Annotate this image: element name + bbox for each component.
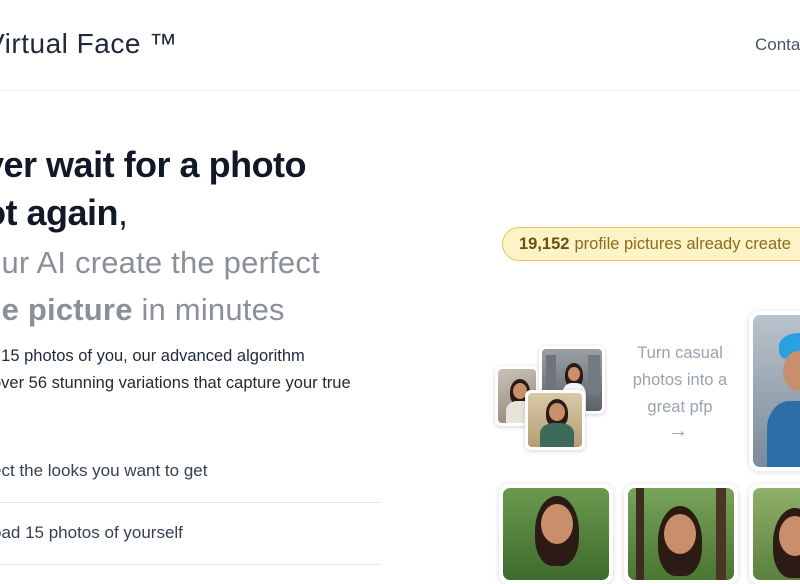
hero-subtitle-bold: ile picture xyxy=(0,292,133,327)
result-photo-hardhat xyxy=(749,311,800,471)
hero-title-line-2-text: ot again xyxy=(0,192,119,233)
result-photo-2 xyxy=(624,484,738,584)
hero-title-comma: , xyxy=(118,192,128,233)
hero-subtitle-rest: in minutes xyxy=(132,292,285,327)
result-photo-3 xyxy=(749,484,800,584)
profile-count-text: profile pictures already create xyxy=(574,234,791,253)
hero-title-line-1: ver wait for a photo xyxy=(0,144,307,185)
arrow-right-icon: → xyxy=(668,420,688,442)
site-header: Virtual Face ™ Conta xyxy=(0,0,800,91)
brand-logo[interactable]: Virtual Face ™ xyxy=(0,28,178,60)
step-select-looks[interactable]: ect the looks you want to get xyxy=(0,440,380,503)
profile-count: 19,152 xyxy=(519,234,570,253)
caption-turn-casual: Turn casual photos into a great pfp xyxy=(632,344,728,416)
hero-subtitle-line-1: our AI create the perfect xyxy=(0,245,320,280)
hero-title-line-2: ot again, xyxy=(0,192,128,234)
step-label: oad 15 photos of yourself xyxy=(0,523,183,542)
casual-photo-3 xyxy=(525,390,585,450)
step-upload-photos[interactable]: oad 15 photos of yourself xyxy=(0,502,380,565)
result-photo-1 xyxy=(499,484,613,584)
description-line-2: over 56 stunning variations that capture… xyxy=(0,374,351,392)
hero-subtitle-line-2: ile picture in minutes xyxy=(0,292,285,328)
nav-contact-link[interactable]: Conta xyxy=(755,35,800,55)
description-line-1: t 15 photos of you, our advanced algorit… xyxy=(0,347,305,365)
step-label: ect the looks you want to get xyxy=(0,461,208,480)
profile-count-badge: 19,152 profile pictures already create xyxy=(502,227,800,261)
